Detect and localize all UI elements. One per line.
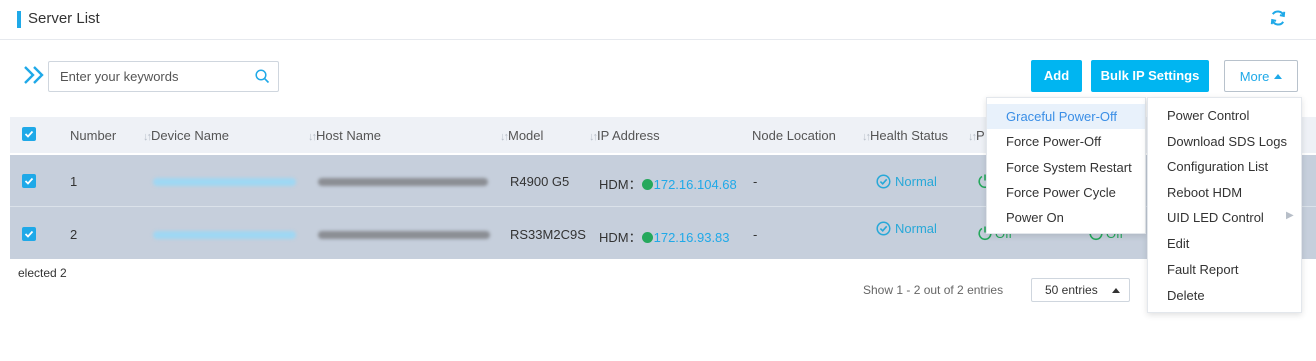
menu-item-download-sds-logs[interactable]: Download SDS Logs bbox=[1148, 129, 1301, 154]
sort-icon: ↓↑ bbox=[308, 131, 317, 143]
ip-prefix: HDM： bbox=[599, 177, 642, 192]
sort-icon: ↓↑ bbox=[589, 131, 598, 143]
check-circle-icon bbox=[876, 221, 891, 236]
column-header-model[interactable]: ↓↑Model bbox=[500, 128, 543, 143]
sort-icon: ↓↑ bbox=[968, 131, 977, 143]
column-header-power[interactable]: ↓↑P bbox=[968, 128, 985, 143]
row-number: 1 bbox=[70, 174, 78, 189]
menu-item-power-control[interactable]: Power Control bbox=[1148, 103, 1301, 128]
ip-link[interactable]: 172.16.93.83 bbox=[654, 230, 730, 245]
add-button[interactable]: Add bbox=[1031, 60, 1082, 92]
check-icon bbox=[24, 230, 34, 238]
menu-item-reboot-hdm[interactable]: Reboot HDM bbox=[1148, 180, 1301, 205]
ip-prefix: HDM： bbox=[599, 230, 642, 245]
search-icon[interactable] bbox=[255, 69, 270, 84]
node-location: - bbox=[753, 227, 758, 242]
device-name-link[interactable] bbox=[153, 178, 296, 186]
health-label: Normal bbox=[895, 221, 937, 236]
power-control-submenu: Graceful Power-Off Force Power-Off Force… bbox=[986, 97, 1146, 234]
chevron-right-icon: ▶ bbox=[1286, 210, 1294, 221]
status-dot-icon bbox=[641, 179, 653, 190]
host-name bbox=[318, 178, 488, 186]
more-button[interactable]: More bbox=[1224, 60, 1298, 92]
column-header-label: Model bbox=[508, 128, 544, 143]
column-header-label: P bbox=[976, 128, 985, 143]
more-button-label: More bbox=[1239, 69, 1270, 84]
column-header-label: Device Name bbox=[151, 128, 230, 143]
menu-item-label: UID LED Control bbox=[1167, 210, 1264, 225]
menu-item-graceful-power-off[interactable]: Graceful Power-Off bbox=[987, 104, 1145, 129]
check-circle-icon bbox=[876, 174, 891, 189]
column-header-label: Health Status bbox=[870, 128, 949, 143]
sort-icon: ↓↑ bbox=[143, 131, 152, 143]
menu-item-configuration-list[interactable]: Configuration List bbox=[1148, 154, 1301, 179]
check-icon bbox=[24, 130, 34, 138]
menu-item-uid-led-control[interactable]: UID LED Control bbox=[1148, 205, 1301, 230]
caret-up-icon bbox=[1112, 288, 1120, 293]
page-title: Server List bbox=[28, 10, 100, 27]
column-header-label: Host Name bbox=[316, 128, 382, 143]
column-header-device-name[interactable]: ↓↑Device Name bbox=[143, 128, 229, 143]
selected-count: elected 2 bbox=[18, 266, 67, 280]
health-status: Normal bbox=[876, 174, 937, 189]
ip-address: HDM： 172.16.93.83 bbox=[599, 227, 730, 246]
title-accent-bar bbox=[17, 11, 21, 28]
column-header-node-location[interactable]: Node Location bbox=[752, 128, 836, 143]
column-header-health-status[interactable]: ↓↑Health Status bbox=[862, 128, 948, 143]
device-name-link[interactable] bbox=[153, 231, 296, 239]
row-number: 2 bbox=[70, 227, 78, 242]
menu-item-force-power-cycle[interactable]: Force Power Cycle bbox=[987, 180, 1145, 205]
node-location: - bbox=[753, 174, 758, 189]
check-icon bbox=[24, 177, 34, 185]
row-checkbox[interactable] bbox=[22, 227, 36, 241]
bulk-ip-settings-button[interactable]: Bulk IP Settings bbox=[1091, 60, 1209, 92]
row-checkbox[interactable] bbox=[22, 174, 36, 188]
pagination-summary: Show 1 - 2 out of 2 entries bbox=[863, 283, 1004, 297]
menu-item-delete[interactable]: Delete bbox=[1148, 283, 1301, 308]
column-header-number[interactable]: Number bbox=[70, 128, 116, 143]
page-size-select[interactable]: 50 entries bbox=[1031, 278, 1130, 302]
page-header: Server List bbox=[0, 0, 1316, 40]
menu-item-edit[interactable]: Edit bbox=[1148, 231, 1301, 256]
select-all-checkbox[interactable] bbox=[22, 127, 36, 141]
refresh-icon[interactable] bbox=[1268, 8, 1288, 28]
page-size-value: 50 entries bbox=[1045, 283, 1098, 297]
host-name bbox=[318, 231, 490, 239]
caret-up-icon bbox=[1274, 74, 1283, 79]
health-status: Normal bbox=[876, 221, 937, 236]
search-box bbox=[48, 61, 279, 92]
model: RS33M2C9S bbox=[510, 227, 586, 242]
column-header-host-name[interactable]: ↓↑Host Name bbox=[308, 128, 381, 143]
menu-item-force-system-restart[interactable]: Force System Restart bbox=[987, 155, 1145, 180]
model: R4900 G5 bbox=[510, 174, 570, 189]
more-dropdown-menu: Power Control Download SDS Logs Configur… bbox=[1147, 97, 1302, 313]
status-dot-icon bbox=[641, 232, 653, 243]
ip-address: HDM： 172.16.104.68 bbox=[599, 174, 737, 193]
sort-icon: ↓↑ bbox=[500, 131, 509, 143]
column-header-label: IP Address bbox=[597, 128, 660, 143]
menu-item-power-on[interactable]: Power On bbox=[987, 205, 1145, 230]
search-input[interactable] bbox=[49, 62, 244, 91]
menu-item-force-power-off[interactable]: Force Power-Off bbox=[987, 129, 1145, 154]
health-label: Normal bbox=[895, 174, 937, 189]
ip-link[interactable]: 172.16.104.68 bbox=[654, 177, 737, 192]
menu-item-fault-report[interactable]: Fault Report bbox=[1148, 257, 1301, 282]
column-header-ip-address[interactable]: ↓↑IP Address bbox=[589, 128, 660, 143]
double-chevron-right-icon[interactable] bbox=[22, 64, 46, 86]
sort-icon: ↓↑ bbox=[862, 131, 871, 143]
